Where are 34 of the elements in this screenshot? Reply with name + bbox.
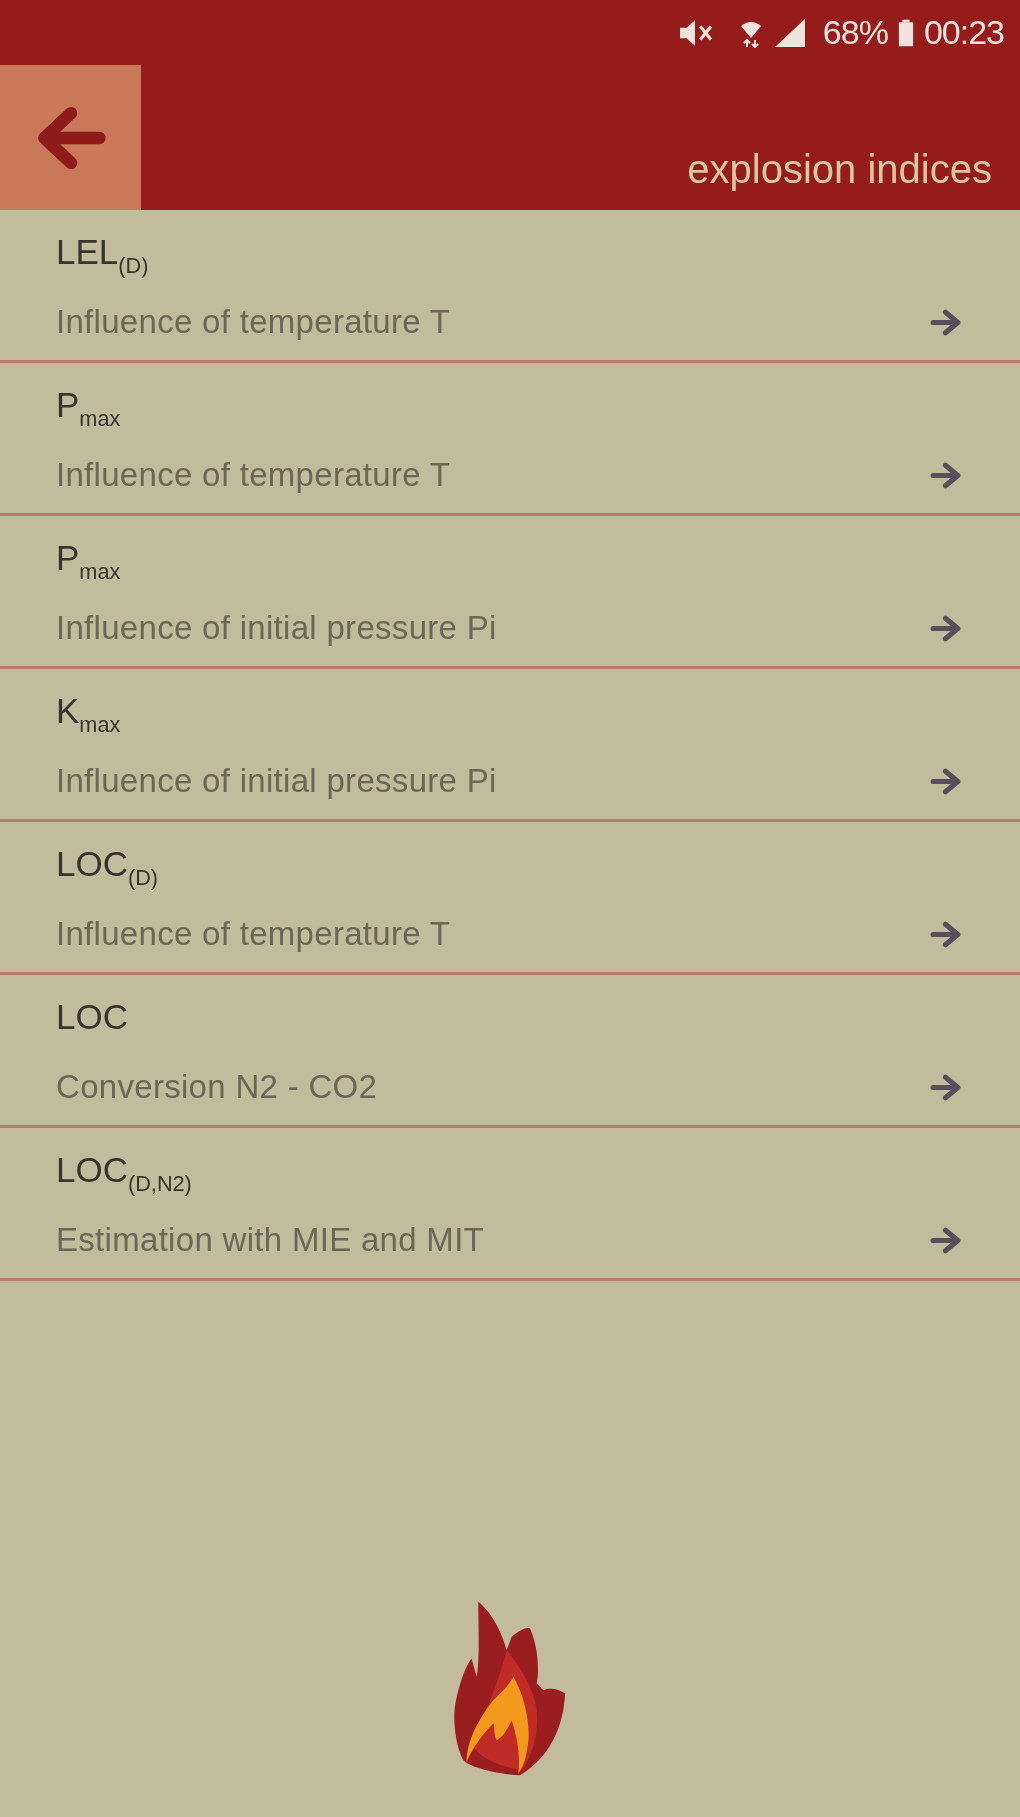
battery-icon	[897, 18, 914, 47]
item-title: LOC	[56, 996, 128, 1038]
battery-percent: 68%	[822, 13, 888, 52]
arrow-right-icon	[930, 1072, 963, 1102]
arrow-right-icon	[930, 307, 963, 337]
item-title: P$_{max}$	[56, 537, 121, 586]
item-subtitle: Conversion N2 - CO2	[56, 1068, 378, 1106]
arrow-right-icon	[930, 613, 963, 643]
item-title: K$_{max}$	[56, 690, 121, 739]
list-item[interactable]: K$_{max}$ Influence of initial pressure Pi	[0, 669, 1020, 822]
list-item[interactable]: P$_{max}$ Influence of temperature T	[0, 363, 1020, 516]
item-subtitle: Influence of initial pressure Pi	[56, 609, 497, 647]
list-item[interactable]: P$_{max}$ Influence of initial pressure Pi	[0, 516, 1020, 669]
item-subtitle: Estimation with MIE and MIT	[56, 1221, 485, 1259]
list-item[interactable]: LOC Conversion N2 - CO2	[0, 975, 1020, 1128]
item-title: LOC$_{(D,N2)}$	[56, 1149, 192, 1198]
arrow-right-icon	[930, 766, 963, 796]
screen-title: explosion indices	[687, 146, 993, 192]
clock-time: 00:23	[923, 13, 1004, 52]
item-subtitle: Influence of temperature T	[56, 303, 451, 341]
back-button[interactable]	[0, 65, 141, 210]
item-title: LOC$_{(D)}$	[56, 843, 159, 892]
item-title: LEL$_{(D)}$	[56, 231, 149, 280]
list-item[interactable]: LOC$_{(D,N2)}$ Estimation with MIE and MIT	[0, 1128, 1020, 1281]
item-subtitle: Influence of temperature T	[56, 915, 451, 953]
arrow-right-icon	[930, 1225, 963, 1255]
item-subtitle: Influence of initial pressure Pi	[56, 762, 497, 800]
list-item[interactable]: LEL$_{(D)}$ Influence of temperature T	[0, 210, 1020, 363]
item-title: P$_{max}$	[56, 384, 121, 433]
flame-icon	[453, 1600, 567, 1777]
item-subtitle: Influence of temperature T	[56, 456, 451, 494]
list-item[interactable]: LOC$_{(D)}$ Influence of temperature T	[0, 822, 1020, 975]
arrow-right-icon	[930, 460, 963, 490]
arrow-right-icon	[930, 919, 963, 949]
